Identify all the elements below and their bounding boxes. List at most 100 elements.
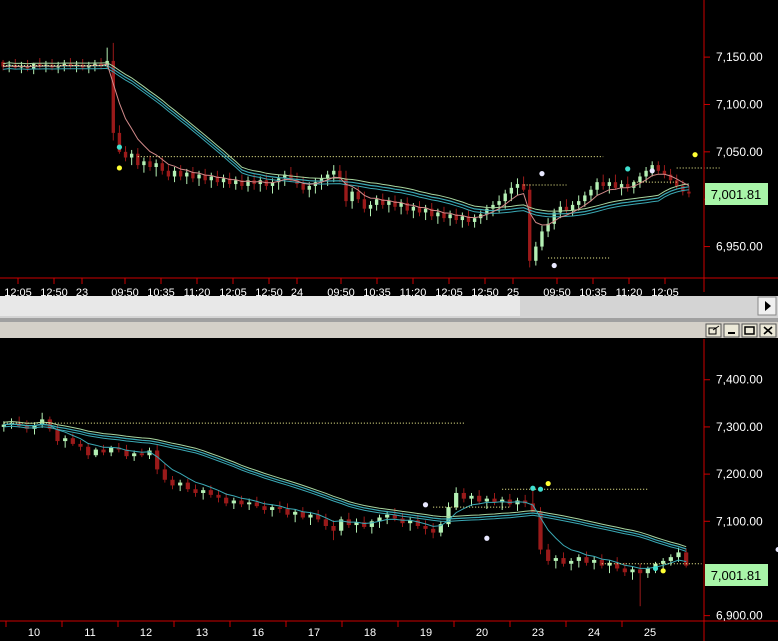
top-candle-body[interactable] [356, 191, 360, 200]
top-candle-body[interactable] [197, 174, 201, 179]
top-candle-body[interactable] [129, 153, 134, 158]
top-candle-body[interactable] [178, 170, 183, 177]
top-candle-body[interactable] [528, 189, 532, 261]
bot-candle-body[interactable] [162, 469, 167, 480]
bottom-plot-area[interactable] [0, 339, 704, 621]
top-candle-body[interactable] [570, 204, 575, 211]
top-candle-body[interactable] [564, 206, 569, 211]
bot-candle-body[interactable] [477, 495, 482, 502]
bot-candle-body[interactable] [170, 479, 175, 486]
top-candle-body[interactable] [301, 184, 305, 190]
top-candle-body[interactable] [209, 176, 213, 181]
top-candle-body[interactable] [136, 153, 140, 166]
bot-candle-body[interactable] [584, 557, 589, 563]
bot-candle-body[interactable] [231, 500, 236, 504]
bot-candle-body[interactable] [262, 506, 267, 510]
bot-candle-body[interactable] [461, 492, 466, 499]
top-candle-body[interactable] [497, 201, 501, 205]
top-candle-body[interactable] [123, 151, 128, 158]
bot-candle-body[interactable] [638, 569, 643, 574]
bot-candle-body[interactable] [285, 509, 290, 515]
bot-candle-body[interactable] [668, 557, 673, 561]
bot-candle-body[interactable] [308, 514, 313, 518]
bot-candle-body[interactable] [70, 438, 75, 444]
bot-candle-body[interactable] [661, 560, 666, 564]
panel-divider[interactable] [0, 318, 778, 322]
bot-candle-body[interactable] [454, 492, 459, 508]
bot-candle-body[interactable] [484, 498, 489, 502]
top-candle-body[interactable] [583, 195, 587, 202]
top-candle-body[interactable] [368, 204, 373, 209]
bot-candle-body[interactable] [254, 502, 259, 507]
bot-candle-body[interactable] [622, 568, 627, 573]
top-candle-body[interactable] [503, 193, 507, 202]
bot-candle-body[interactable] [63, 438, 68, 442]
top-candle-body[interactable] [332, 170, 336, 175]
top-candle-body[interactable] [423, 208, 428, 213]
top-candle-body[interactable] [172, 170, 177, 177]
top-candle-body[interactable] [148, 161, 152, 167]
top-candle-body[interactable] [160, 163, 164, 171]
bot-candle-body[interactable] [208, 490, 213, 495]
top-candle-body[interactable] [644, 170, 648, 177]
bot-candle-body[interactable] [201, 490, 206, 493]
bot-candle-body[interactable] [553, 558, 558, 561]
top-candle-body[interactable] [436, 212, 440, 217]
bot-candle-body[interactable] [592, 559, 597, 563]
bot-candle-body[interactable] [277, 507, 282, 510]
bot-candle-body[interactable] [109, 447, 114, 453]
top-candle-body[interactable] [675, 180, 679, 186]
bot-candle-body[interactable] [569, 560, 574, 564]
top-candle-body[interactable] [687, 191, 691, 194]
bot-candle-body[interactable] [216, 494, 221, 498]
bot-candle-body[interactable] [576, 557, 581, 561]
top-candle-body[interactable] [234, 180, 238, 185]
top-candle-body[interactable] [399, 203, 403, 207]
top-candle-body[interactable] [577, 201, 581, 205]
top-candle-body[interactable] [595, 182, 599, 190]
bot-candle-body[interactable] [599, 559, 604, 566]
daily-price-panel[interactable]: 7,400.00 7,300.00 7,200.00 7,100.00 6,900.00… [0, 339, 778, 641]
bot-candle-body[interactable] [224, 497, 229, 504]
top-candle-body[interactable] [191, 172, 195, 179]
top-candle-body[interactable] [374, 199, 379, 205]
bot-candle-body[interactable] [185, 482, 190, 490]
bot-candle-body[interactable] [469, 495, 474, 499]
top-candle-body[interactable] [350, 191, 354, 202]
scrollbar-thumb[interactable] [0, 296, 520, 316]
top-candle-body[interactable] [601, 182, 605, 186]
bot-candle-body[interactable] [546, 549, 551, 561]
bottom-panel-titlebar[interactable] [0, 322, 778, 338]
top-candle-body[interactable] [387, 201, 391, 205]
bot-candle-body[interactable] [132, 453, 137, 457]
bot-candle-body[interactable] [300, 511, 305, 518]
bot-candle-body[interactable] [331, 526, 336, 531]
top-candle-body[interactable] [656, 165, 661, 171]
top-candle-body[interactable] [540, 231, 544, 247]
bot-candle-body[interactable] [139, 453, 144, 456]
bot-candle-body[interactable] [239, 500, 244, 505]
bot-candle-body[interactable] [93, 449, 98, 456]
top-candle-body[interactable] [509, 187, 514, 194]
bot-candle-body[interactable] [78, 443, 83, 447]
bot-candle-body[interactable] [178, 482, 183, 486]
intraday-price-panel[interactable]: 7,150.007,100.007,050.007,000.006,950.00… [0, 0, 778, 299]
top-candle-body[interactable] [638, 176, 642, 183]
top-candle-body[interactable] [307, 185, 311, 190]
bot-candle-body[interactable] [385, 514, 390, 518]
bot-candle-body[interactable] [561, 558, 566, 564]
bot-candle-body[interactable] [101, 449, 106, 453]
bot-candle-body[interactable] [155, 450, 160, 470]
top-candle-body[interactable] [460, 216, 465, 221]
bot-candle-body[interactable] [630, 569, 635, 573]
top-candle-body[interactable] [613, 182, 618, 188]
top-candle-body[interactable] [607, 182, 612, 186]
top-candle-body[interactable] [185, 172, 189, 177]
bot-candle-body[interactable] [270, 507, 275, 510]
top-candle-body[interactable] [515, 184, 520, 188]
top-plot-area[interactable] [0, 0, 704, 278]
top-candle-body[interactable] [221, 178, 226, 183]
bot-candle-body[interactable] [247, 502, 252, 505]
minimize-button[interactable] [723, 323, 740, 338]
top-candle-body[interactable] [142, 161, 146, 166]
